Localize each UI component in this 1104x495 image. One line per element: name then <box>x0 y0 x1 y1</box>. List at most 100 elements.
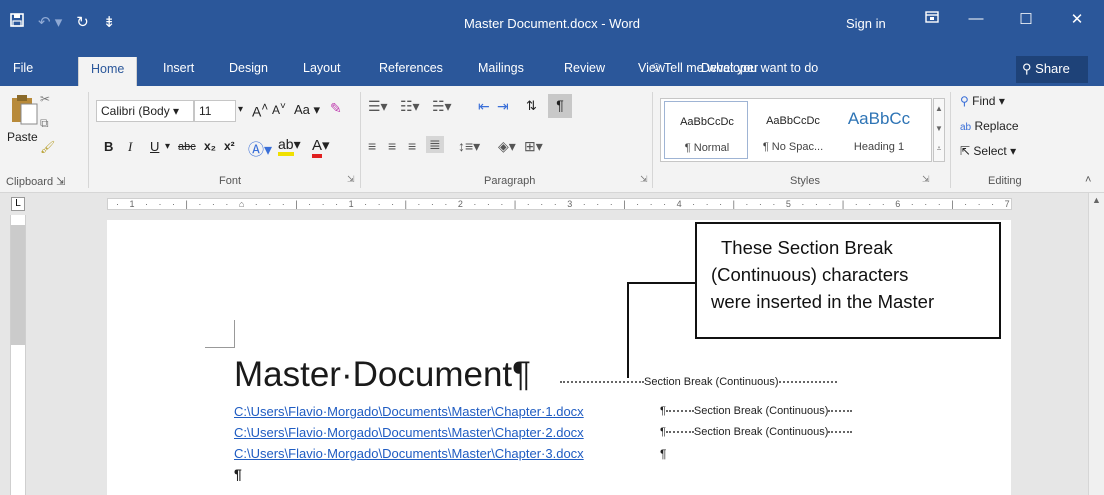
tab-review[interactable]: Review <box>564 61 605 75</box>
change-case-button[interactable]: Aa ▾ <box>294 102 320 118</box>
lightbulb-icon: 💡︎ <box>652 61 661 75</box>
justify-icon[interactable]: ≣ <box>426 136 444 153</box>
superscript-button[interactable]: x² <box>224 139 235 153</box>
grow-font-icon[interactable]: A˄ <box>252 101 268 120</box>
ribbon-display-options-icon[interactable] <box>917 10 947 27</box>
collapse-ribbon-icon[interactable]: ˄ <box>1085 174 1091 186</box>
select-button[interactable]: ⇱ Select ▾ <box>960 144 1016 158</box>
horizontal-ruler-area: L · 1 · · · | · · · ⌂ · · · | · · · 1 · … <box>0 193 1104 215</box>
font-size-box[interactable]: 11 <box>194 100 236 122</box>
show-hide-marks-icon[interactable]: ¶ <box>548 94 572 118</box>
style-no-spacing[interactable]: AaBbCcDc ¶ No Spac... <box>751 101 835 159</box>
empty-paragraph-mark[interactable]: ¶ <box>234 466 242 482</box>
group-divider <box>950 92 951 188</box>
decrease-indent-icon[interactable]: ⇤ <box>478 98 490 115</box>
bold-button[interactable]: B <box>104 139 113 154</box>
margin-crop-mark <box>205 320 235 348</box>
styles-group-label: Styles <box>790 175 820 187</box>
group-divider <box>88 92 89 188</box>
multilevel-list-icon[interactable]: ☵▾ <box>432 98 452 115</box>
pilcrow-mark: ¶ <box>660 447 667 461</box>
paragraph-dialog-launcher-icon[interactable]: ⇲ <box>640 174 648 185</box>
tab-home[interactable]: Home <box>78 57 138 86</box>
tab-file[interactable]: File <box>13 61 33 75</box>
callout-line: were inserted in the Master <box>711 291 935 312</box>
align-left-icon[interactable]: ≡ <box>368 138 376 154</box>
tab-references[interactable]: References <box>379 61 443 75</box>
cut-icon[interactable]: ✂ <box>40 92 50 106</box>
bullets-icon[interactable]: ☰▾ <box>368 98 388 115</box>
paste-button[interactable] <box>8 92 38 129</box>
shrink-font-icon[interactable]: A˅ <box>272 101 286 117</box>
annotation-callout: These Section Break (Continuous) charact… <box>695 222 1001 339</box>
borders-icon[interactable]: ⊞▾ <box>524 138 543 155</box>
tell-me-search[interactable]: 💡︎ Tell me what you want to do <box>652 61 818 76</box>
strikethrough-button[interactable]: abc <box>178 141 196 153</box>
shading-icon[interactable]: ◈▾ <box>498 138 516 155</box>
tab-layout[interactable]: Layout <box>303 61 341 75</box>
align-center-icon[interactable]: ≡ <box>388 138 396 154</box>
clear-formatting-icon[interactable]: ✎ <box>330 100 342 117</box>
maximize-icon[interactable]: ☐ <box>1011 10 1041 28</box>
sort-icon[interactable]: ⇅ <box>526 98 537 114</box>
hyperlink-chapter-1[interactable]: C:\Users\Flavio·Morgado\Documents\Master… <box>234 404 584 419</box>
numbering-icon[interactable]: ☷▾ <box>400 98 420 115</box>
vertical-ruler[interactable] <box>10 215 26 495</box>
callout-leader-line <box>628 282 696 284</box>
style-heading-1[interactable]: AaBbCc Heading 1 <box>837 101 921 159</box>
font-name-box[interactable]: Calibri (Body ▾ <box>96 100 194 122</box>
highlight-color-icon[interactable]: ab▾ <box>278 136 301 156</box>
paste-label: Paste <box>7 130 38 144</box>
subscript-button[interactable]: x₂ <box>204 139 216 153</box>
close-icon[interactable]: ✕ <box>1062 10 1092 28</box>
text-effects-icon[interactable]: Ⓐ▾ <box>248 136 272 160</box>
vertical-scrollbar[interactable]: ▲ <box>1088 193 1104 495</box>
styles-scroll-icon[interactable]: ▲ ▼ ⩡ <box>933 98 945 162</box>
line-spacing-icon[interactable]: ↕≡▾ <box>458 138 480 155</box>
font-dialog-launcher-icon[interactable]: ⇲ <box>347 174 355 185</box>
replace-button[interactable]: ab Replace <box>960 119 1019 133</box>
underline-button[interactable]: U <box>150 139 159 154</box>
callout-leader-line <box>627 282 629 378</box>
replace-icon: ab <box>960 122 972 133</box>
tab-insert[interactable]: Insert <box>163 61 194 75</box>
align-right-icon[interactable]: ≡ <box>408 138 416 154</box>
section-break-marker: ¶ Section Break (Continuous) <box>660 405 853 417</box>
group-divider <box>360 92 361 188</box>
copy-icon[interactable]: ⧉ <box>40 116 49 131</box>
find-button[interactable]: ⚲ Find ▾ <box>960 94 1005 108</box>
title-bar: ↶ ▾ ↻ ⇟ Master Document.docx - Word Sign… <box>0 0 1104 53</box>
tab-design[interactable]: Design <box>229 61 268 75</box>
tell-me-text: Tell me what you want to do <box>664 61 819 75</box>
font-group-label: Font <box>219 175 242 187</box>
section-break-marker: ¶ Section Break (Continuous) <box>660 426 853 438</box>
italic-button[interactable]: I <box>128 139 132 155</box>
styles-dialog-launcher-icon[interactable]: ⇲ <box>922 174 930 185</box>
select-icon: ⇱ <box>960 144 971 158</box>
font-size-dropdown-icon[interactable]: ▾ <box>238 104 243 115</box>
sign-in-link[interactable]: Sign in <box>846 16 886 31</box>
callout-line: These Section Break <box>721 237 893 258</box>
styles-gallery: AaBbCcDc ¶ Normal AaBbCcDc ¶ No Spac... … <box>660 98 932 162</box>
share-button[interactable]: ⚲ Share <box>1016 56 1088 83</box>
find-icon: ⚲ <box>960 94 969 108</box>
hyperlink-chapter-3[interactable]: C:\Users\Flavio·Morgado\Documents\Master… <box>234 446 584 461</box>
style-normal[interactable]: AaBbCcDc ¶ Normal <box>664 101 748 159</box>
tab-selector-icon[interactable]: L <box>11 197 25 211</box>
font-color-icon[interactable]: A▾ <box>312 136 330 158</box>
group-divider <box>652 92 653 188</box>
horizontal-ruler[interactable]: · 1 · · · | · · · ⌂ · · · | · · · 1 · · … <box>107 198 1012 210</box>
format-painter-icon[interactable]: 🖌︎ <box>40 140 55 154</box>
hyperlink-chapter-2[interactable]: C:\Users\Flavio·Morgado\Documents\Master… <box>234 425 584 440</box>
callout-line: (Continuous) characters <box>711 264 909 285</box>
scroll-up-icon[interactable]: ▲ <box>1089 195 1104 205</box>
tab-mailings[interactable]: Mailings <box>478 61 524 75</box>
increase-indent-icon[interactable]: ⇥ <box>497 98 509 115</box>
paragraph-group-label: Paragraph <box>484 175 536 187</box>
ribbon-home: Paste ✂ ⧉ 🖌︎ Clipboard ⇲ Calibri (Body ▾… <box>0 86 1104 193</box>
minimize-icon[interactable]: — <box>961 10 991 27</box>
underline-dropdown-icon[interactable]: ▾ <box>165 141 170 152</box>
document-heading[interactable]: Master·Document¶ <box>234 355 531 395</box>
share-label: Share <box>1035 61 1070 76</box>
person-icon: ⚲ <box>1022 61 1032 76</box>
